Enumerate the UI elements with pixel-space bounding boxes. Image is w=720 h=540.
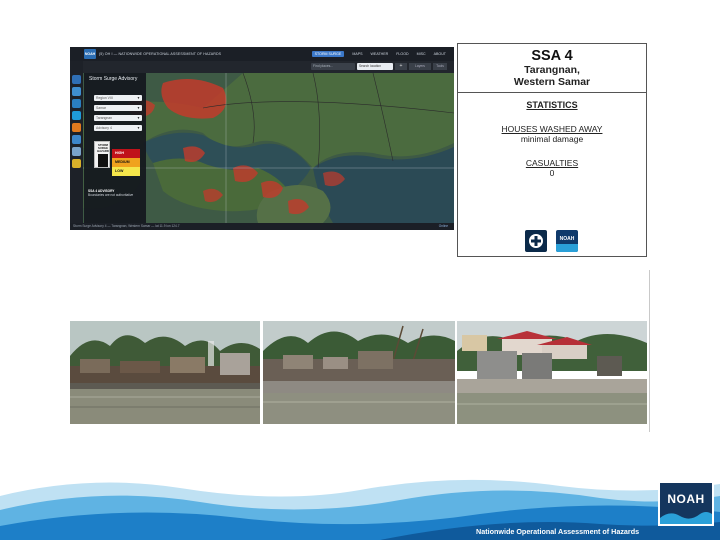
zoom-in-button[interactable]: + — [395, 63, 407, 70]
ssa-title: SSA 4 — [531, 48, 573, 64]
dost-cross-icon — [531, 236, 541, 246]
tools-button[interactable]: Tools — [433, 63, 447, 70]
weather-tool-icon[interactable] — [72, 75, 81, 84]
vertical-divider — [649, 270, 650, 432]
chevron-down-icon: ▼ — [136, 126, 140, 130]
map-status-right: Online — [438, 224, 448, 228]
legend-note-text: Boundaries are not authoritative — [88, 193, 134, 197]
alert-tool-icon[interactable] — [72, 159, 81, 168]
landslide-tool-icon[interactable] — [72, 123, 81, 132]
map-search-input[interactable]: Find places... — [311, 63, 355, 70]
ssa-location-line1: Tarangnan, — [524, 64, 580, 76]
advisory-select[interactable]: Advisory 4 ▼ — [94, 125, 142, 131]
chevron-down-icon: ▼ — [136, 116, 140, 120]
storm-surge-map-screenshot: NOAH (5) OH I — NATIONWIDE OPERATIONAL A… — [70, 47, 454, 230]
casualties-label: CASUALTIES — [525, 158, 579, 168]
legend-note: SSA 4 ADVISORY Boundaries are not author… — [88, 189, 143, 197]
noah-logo-large: NOAH — [658, 481, 714, 526]
chevron-down-icon: ▼ — [136, 96, 140, 100]
advisory-select-value: Advisory 4 — [96, 126, 112, 130]
footer-caption: Nationwide Operational Assessment of Haz… — [476, 527, 640, 536]
rain-tool-icon[interactable] — [72, 87, 81, 96]
nav-flood[interactable]: FLOOD — [396, 52, 408, 56]
chevron-down-icon: ▼ — [136, 106, 140, 110]
layers-tool-icon[interactable] — [72, 135, 81, 144]
agency-logos: NOAH — [525, 229, 585, 253]
ssa-location-line2: Western Samar — [513, 76, 591, 88]
legend-title: Storm Surge Advisory — [89, 76, 138, 82]
coastal-photo-1 — [70, 321, 260, 424]
dost-logo — [525, 230, 547, 252]
storm-surge-sign-icon: STORM SURGE HAZARD — [94, 141, 110, 168]
hazard-level-low: LOW — [112, 167, 140, 176]
houses-washed-away-value: minimal damage — [520, 134, 584, 144]
coastal-photo-2 — [263, 321, 455, 424]
ssa-body: STATISTICS HOUSES WASHED AWAY minimal da… — [458, 94, 646, 178]
province-select[interactable]: Samar ▼ — [94, 105, 142, 111]
municipality-select[interactable]: Tarangnan ▼ — [94, 115, 142, 121]
storm-surge-legend-panel: Storm Surge Advisory Region VIII ▼ Samar ▼… — [84, 73, 146, 223]
noah-large-wave-icon — [660, 512, 712, 524]
houses-washed-away-label: HOUSES WASHED AWAY — [501, 124, 603, 134]
coastal-photo-3-image — [457, 321, 647, 424]
nav-storm-surge[interactable]: STORM SURGE — [311, 51, 345, 57]
noah-logo-small: NOAH — [556, 230, 578, 252]
map-app-title: (5) OH I — NATIONWIDE OPERATIONAL ASSESS… — [99, 52, 222, 56]
province-select-value: Samar — [96, 106, 106, 110]
casualties-value: 0 — [549, 168, 555, 178]
noah-app-logo[interactable]: NOAH — [84, 49, 96, 59]
surge-tool-icon[interactable] — [72, 111, 81, 120]
nav-weather[interactable]: WEATHER — [371, 52, 389, 56]
map-status-text: Storm Surge Advisory 4 — Tarangnan, West… — [73, 224, 180, 228]
slide: NOAH (5) OH I — NATIONWIDE OPERATIONAL A… — [0, 0, 720, 540]
layers-button[interactable]: Layers — [409, 63, 431, 70]
ssa-header: SSA 4 Tarangnan, Western Samar — [458, 44, 646, 93]
map-search-button[interactable]: Search location — [357, 63, 393, 70]
statistics-heading: STATISTICS — [526, 100, 578, 110]
hazard-legend: STORM SURGE HAZARD HIGH MEDIUM LOW — [94, 141, 144, 185]
nav-about[interactable]: ABOUT — [434, 52, 446, 56]
info-tool-icon[interactable] — [72, 147, 81, 156]
noah-logo-large-text: NOAH — [667, 492, 705, 506]
hazard-sign-text: STORM SURGE HAZARD — [97, 143, 109, 153]
map-side-toolbar — [70, 61, 83, 225]
region-select-value: Region VIII — [96, 96, 113, 100]
map-top-bar: NOAH (5) OH I — NATIONWIDE OPERATIONAL A… — [70, 47, 454, 61]
region-select[interactable]: Region VIII ▼ — [94, 95, 142, 101]
noah-logo-small-text: NOAH — [559, 236, 575, 242]
coastal-photo-2-image — [263, 321, 455, 424]
map-status-bar: Storm Surge Advisory 4 — Tarangnan, West… — [70, 223, 454, 230]
coastal-photo-3 — [457, 321, 647, 424]
coastal-photo-1-image — [70, 321, 260, 424]
hazard-level-medium: MEDIUM — [112, 158, 140, 167]
nav-misc[interactable]: MISC — [417, 52, 426, 56]
noah-wave-icon — [556, 244, 578, 252]
nav-maps[interactable]: MAPS — [352, 52, 362, 56]
ssa-statistics-panel: SSA 4 Tarangnan, Western Samar STATISTIC… — [457, 43, 647, 257]
flood-tool-icon[interactable] — [72, 99, 81, 108]
hazard-level-high: HIGH — [112, 149, 140, 158]
municipality-select-value: Tarangnan — [96, 116, 113, 120]
wave-figure-icon — [98, 154, 108, 167]
map-nav-menu: STORM SURGE MAPS WEATHER FLOOD MISC ABOU… — [311, 51, 446, 57]
